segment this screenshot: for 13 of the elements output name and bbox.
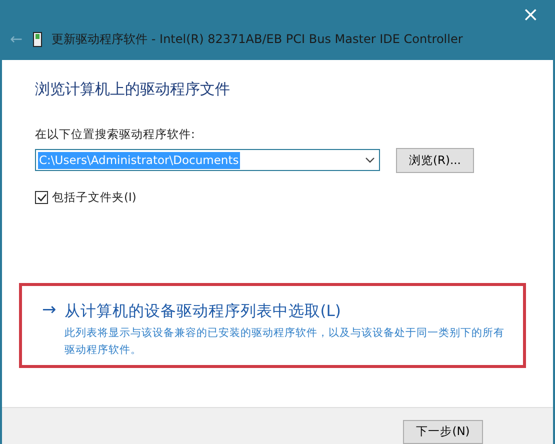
chevron-down-icon: [365, 157, 375, 164]
device-icon: [32, 32, 42, 46]
search-location-label: 在以下位置搜索驱动程序软件:: [35, 126, 196, 142]
driver-list-link[interactable]: 从计算机的设备驱动程序列表中选取(L): [64, 300, 341, 324]
close-button[interactable]: ×: [516, 2, 545, 26]
checkbox-label: 包括子文件夹(I): [52, 188, 136, 206]
checkbox[interactable]: [35, 190, 48, 204]
arrow-glyph: →: [42, 300, 56, 322]
page-heading: 浏览计算机上的驱动程序文件: [35, 79, 231, 100]
option-description: 此列表将显示与该设备兼容的已安装的驱动程序软件，以及与该设备处于同一类别下的所有驱动程序软件。: [64, 326, 506, 358]
next-button[interactable]: 下一步(N): [403, 420, 483, 444]
browse-button[interactable]: 浏览(R)...: [396, 148, 474, 173]
window-title: 更新驱动程序软件 - Intel(R) 82371AB/EB PCI Bus Master IDE Controller: [52, 31, 463, 48]
